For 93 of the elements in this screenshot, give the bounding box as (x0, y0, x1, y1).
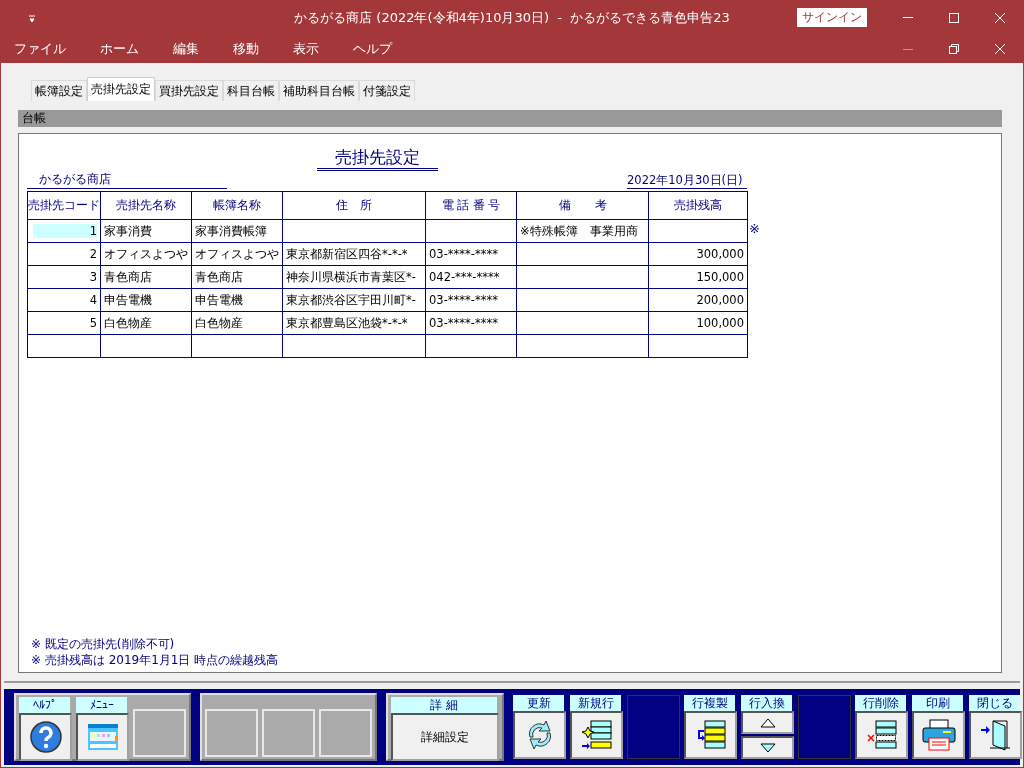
detail-settings-button[interactable]: 詳細設定 (391, 713, 499, 761)
button-label: 更新 (513, 695, 564, 711)
button-label: ﾍﾙﾌﾟ (19, 697, 70, 713)
table-cell: 神奈川県横浜市青葉区*- (286, 269, 416, 284)
table-cell: 100,000 (696, 316, 744, 330)
newrow-button[interactable] (570, 711, 623, 759)
empty-slot (262, 709, 315, 757)
footnote: ※ 売掛残高は 2019年1月1日 時点の繰越残高 (30, 652, 280, 668)
menu-item[interactable]: ホーム (90, 40, 152, 58)
table-cell: 東京都豊島区池袋*-*-* (286, 315, 408, 330)
report-title: 売掛先設定 (317, 146, 438, 171)
empty-slot (205, 709, 258, 757)
close-icon[interactable] (995, 12, 1005, 23)
maximize-icon[interactable] (949, 12, 959, 23)
note-mark: ※ (749, 221, 760, 236)
column-header: 電 話 番 号 (441, 198, 501, 212)
up-triangle-icon (759, 717, 776, 728)
menu-item[interactable]: 編集 (163, 40, 212, 58)
button-label: 新規行 (570, 695, 621, 711)
table-cell: 03-****-**** (429, 316, 498, 330)
minimize-icon[interactable] (903, 48, 913, 50)
button-label: 行複製 (684, 695, 735, 711)
button-label: 行入換 (741, 695, 792, 711)
menu-item[interactable]: ヘルプ (343, 40, 405, 58)
button-label: 行削除 (855, 695, 906, 711)
column-header: 売掛残高 (674, 198, 722, 212)
tab[interactable]: 付箋設定 (359, 80, 415, 101)
tab[interactable]: 買掛先設定 (155, 80, 223, 101)
empty-slot (798, 695, 851, 759)
report-date: 2022年10月30日(日) (627, 173, 747, 189)
dropdown-icon[interactable] (28, 12, 36, 23)
print-button[interactable] (912, 711, 965, 759)
table-cell: 申告電機 (195, 292, 243, 307)
move-up-button[interactable] (741, 711, 794, 734)
table-cell: 150,000 (696, 270, 744, 284)
delete-row-icon (865, 719, 898, 751)
table-cell: 03-****-**** (429, 247, 498, 261)
printer-icon (921, 719, 956, 751)
table-cell: 042-***-**** (429, 270, 500, 284)
table-cell: 青色商店 (195, 269, 243, 284)
section-header: 台帳 (18, 110, 1002, 127)
copyrow-button[interactable] (684, 711, 737, 759)
code-cell[interactable]: 1 (33, 224, 97, 238)
move-down-button[interactable] (741, 736, 794, 759)
window-icon (86, 723, 119, 751)
close-button[interactable] (969, 711, 1022, 759)
footnote: ※ 既定の売掛先(削除不可) (30, 636, 176, 652)
exit-door-icon (979, 719, 1012, 751)
help-icon (29, 721, 62, 753)
tab[interactable]: 科目台帳 (223, 80, 279, 101)
table-cell: 白色物産 (104, 315, 152, 330)
table-cell: 申告電機 (104, 292, 152, 307)
empty-slot (627, 695, 680, 759)
tab[interactable]: 売掛先設定 (87, 77, 155, 101)
table-cell: 家事消費 (104, 223, 152, 238)
tab[interactable]: 補助科目台帳 (279, 80, 359, 101)
table-cell: 200,000 (696, 293, 744, 307)
button-label: 詳 細 (391, 697, 497, 713)
column-header: 備 考 (558, 198, 607, 212)
button-label: 印刷 (912, 695, 963, 711)
signin-button[interactable]: サインイン (797, 8, 867, 27)
deleterow-button[interactable] (855, 711, 908, 759)
help-button[interactable] (19, 713, 72, 761)
menu-item[interactable]: ファイル (4, 40, 79, 58)
table-cell: オフィスよつや (104, 246, 188, 261)
close-icon[interactable] (995, 44, 1005, 54)
column-header: 売掛先コード (28, 198, 100, 212)
table-cell: 白色物産 (195, 315, 243, 330)
button-label: ﾒﾆｭｰ (76, 697, 127, 713)
down-triangle-icon (759, 742, 776, 753)
table-cell: 東京都渋谷区宇田川町*- (286, 292, 416, 307)
table-cell: 03-****-**** (429, 293, 498, 307)
window-title: かるがる商店 (2022年(令和4年)10月30日) - かるがるできる青色申告23 (294, 9, 730, 27)
refresh-button[interactable] (513, 711, 566, 759)
table-cell: ※特殊帳簿 事業用商 (520, 223, 638, 238)
button-label: 閉じる (969, 695, 1020, 711)
table-cell: 家事消費帳簿 (195, 223, 267, 238)
column-header: 帳簿名称 (213, 198, 261, 212)
table-cell: 青色商店 (104, 269, 152, 284)
column-header: 売掛先名称 (116, 198, 176, 212)
empty-slot (319, 709, 372, 757)
table-cell: オフィスよつや (195, 246, 279, 261)
new-row-icon (580, 719, 613, 751)
menu-item[interactable]: 移動 (223, 40, 272, 58)
tab[interactable]: 帳簿設定 (31, 80, 87, 101)
table-cell: 300,000 (696, 247, 744, 261)
restore-icon[interactable] (949, 44, 959, 54)
company-name: かるがる商店 (27, 171, 227, 189)
column-header: 住 所 (336, 198, 372, 212)
empty-slot (133, 709, 186, 757)
table-cell: 東京都新宿区四谷*-*-* (286, 246, 408, 261)
menu-item[interactable]: 表示 (283, 40, 332, 58)
menu-button[interactable] (76, 713, 129, 761)
